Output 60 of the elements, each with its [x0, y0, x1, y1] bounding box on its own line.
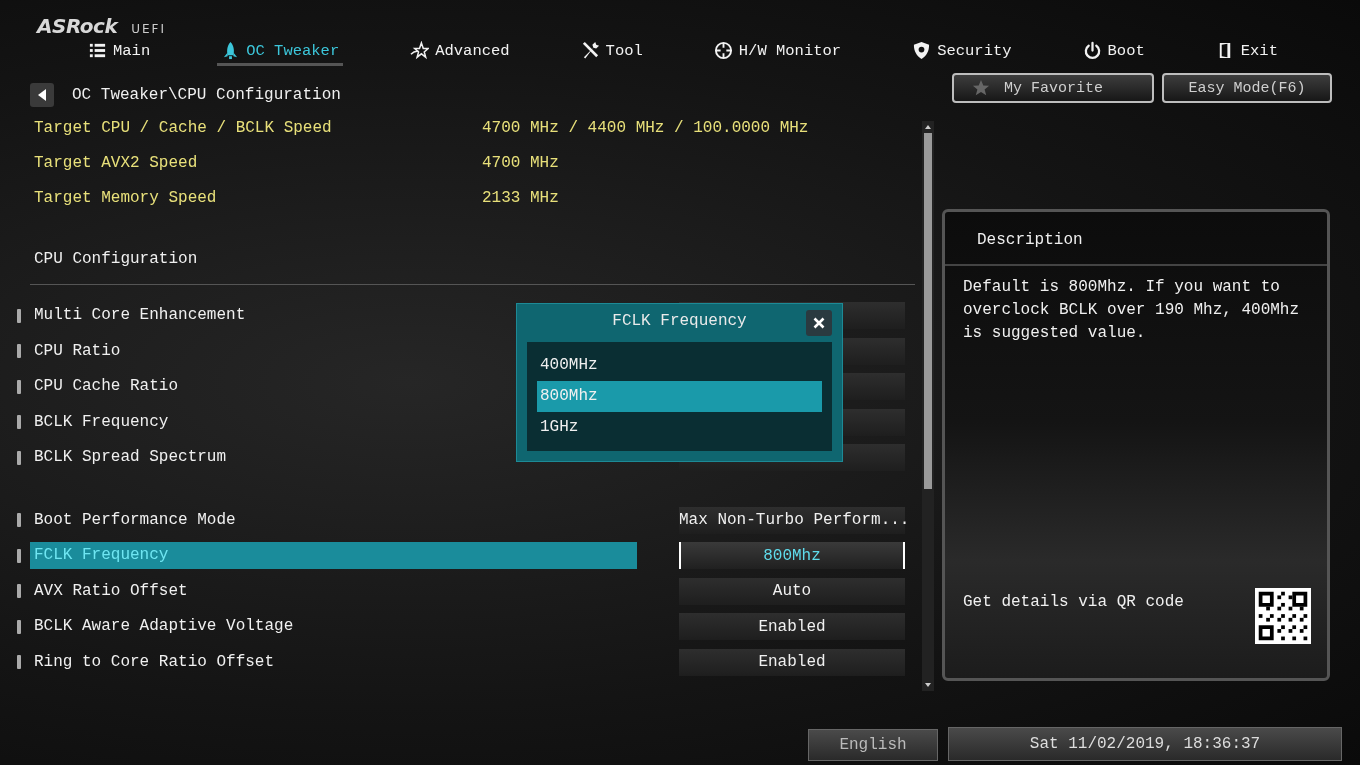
description-text: Default is 800Mhz. If you want to overclock BCLK over 190 Mhz, 400Mhz is suggested value. — [963, 277, 1301, 344]
setting-value[interactable]: 800Mhz — [679, 542, 905, 570]
row-marker — [17, 415, 21, 430]
tab[interactable]: Security — [908, 38, 1016, 66]
close-button[interactable] — [806, 310, 832, 336]
language-button[interactable]: English — [808, 729, 938, 761]
power-icon — [1082, 41, 1102, 60]
panel-title: Description — [945, 212, 1327, 266]
row-marker — [17, 450, 21, 465]
row-marker — [17, 548, 21, 563]
setting-item[interactable]: BCLK Aware Adaptive Voltage — [30, 613, 637, 641]
info-label: Target AVX2 Speed — [34, 153, 199, 172]
row-marker — [17, 379, 21, 394]
setting-item[interactable]: AVX Ratio Offset — [30, 577, 637, 605]
section-title: CPU Configuration — [33, 249, 199, 270]
info-label: Target CPU / Cache / BCLK Speed — [34, 118, 333, 137]
close-icon — [813, 317, 825, 329]
crosshair-icon — [713, 41, 733, 60]
logo-suffix: UEFI — [131, 22, 166, 36]
star-icon — [410, 41, 430, 60]
row-marker — [17, 584, 21, 599]
info-label: Target Memory Speed — [34, 188, 218, 207]
option-item[interactable]: 1GHz — [537, 412, 822, 443]
row-marker — [17, 655, 21, 670]
setting-value[interactable]: Enabled — [679, 648, 905, 676]
back-button[interactable] — [30, 83, 54, 107]
favorite-button[interactable]: My Favorite — [952, 73, 1154, 103]
brand-logo: ASRock — [37, 14, 118, 38]
tab[interactable]: Boot — [1078, 38, 1149, 66]
qr-caption: Get details via QR code — [963, 593, 1184, 611]
setting-value[interactable]: Auto — [679, 577, 905, 605]
tab[interactable]: Tool — [576, 38, 647, 66]
tab[interactable]: Main — [84, 38, 155, 66]
setting-item[interactable]: Boot Performance Mode — [30, 506, 637, 534]
popup-title: FCLK Frequency — [612, 312, 747, 330]
info-value: 4700 MHz / 4400 MHz / 100.0000 MHz — [482, 118, 809, 137]
info-value: 4700 MHz — [482, 153, 559, 172]
option-item[interactable]: 400MHz — [537, 350, 822, 381]
shield-icon — [912, 41, 932, 60]
setting-value[interactable]: Enabled — [679, 613, 905, 641]
row-marker — [17, 619, 21, 634]
tab[interactable]: Exit — [1211, 38, 1282, 66]
row-marker — [17, 308, 21, 323]
easy-mode-button[interactable]: Easy Mode(F6) — [1162, 73, 1332, 103]
breadcrumb: OC Tweaker\CPU Configuration — [72, 86, 341, 104]
setting-value[interactable]: Max Non-Turbo Perform... — [679, 506, 905, 534]
tab[interactable]: OC Tweaker — [217, 38, 344, 66]
datetime-display: Sat 11/02/2019, 18:36:37 — [948, 727, 1342, 761]
setting-item[interactable]: Ring to Core Ratio Offset — [30, 648, 637, 676]
row-marker — [17, 344, 21, 359]
tab[interactable]: Advanced — [406, 38, 514, 66]
info-value: 2133 MHz — [482, 188, 559, 207]
row-marker — [17, 513, 21, 528]
back-arrow-icon — [37, 89, 47, 101]
list-icon — [88, 41, 107, 60]
qr-code-icon — [1255, 588, 1311, 644]
tools-icon — [580, 41, 600, 60]
star-icon — [972, 79, 990, 97]
scrollbar[interactable] — [922, 121, 934, 691]
tab[interactable]: H/W Monitor — [709, 38, 846, 66]
